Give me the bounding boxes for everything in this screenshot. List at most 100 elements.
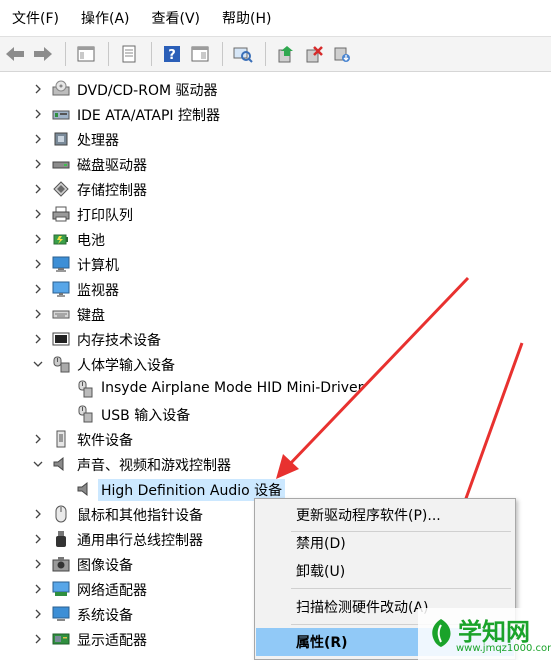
- tree-node[interactable]: 键盘: [0, 302, 551, 327]
- chevron-right-icon[interactable]: [30, 156, 46, 172]
- tree-node-label: Insyde Airplane Mode HID Mini-Driver: [101, 380, 364, 396]
- tree-node[interactable]: DVD/CD-ROM 驱动器: [0, 77, 551, 102]
- chevron-right-icon[interactable]: [30, 631, 46, 647]
- tree-node[interactable]: 计算机: [0, 252, 551, 277]
- chevron-right-icon[interactable]: [30, 281, 46, 297]
- tree-node-label: DVD/CD-ROM 驱动器: [77, 83, 218, 99]
- ctx-disable[interactable]: 禁用(D): [256, 529, 514, 557]
- tree-node[interactable]: 处理器: [0, 127, 551, 152]
- toolbar-separator: [151, 42, 152, 66]
- chevron-right-icon[interactable]: [30, 581, 46, 597]
- chevron-right-icon[interactable]: [30, 556, 46, 572]
- tree-node-label: 系统设备: [77, 608, 133, 624]
- ctx-separator: [291, 588, 511, 589]
- chevron-right-icon[interactable]: [30, 506, 46, 522]
- tree-node-label: 处理器: [77, 133, 119, 149]
- chevron-right-icon[interactable]: [30, 306, 46, 322]
- printer-icon: [52, 205, 70, 223]
- update-driver-icon[interactable]: [273, 41, 299, 67]
- uninstall-icon[interactable]: [301, 41, 327, 67]
- chevron-right-icon[interactable]: [30, 106, 46, 122]
- storage-controller-icon: [52, 180, 70, 198]
- tree-node[interactable]: 内存技术设备: [0, 327, 551, 352]
- tree-node-label: 内存技术设备: [77, 333, 161, 349]
- toolbar-separator: [265, 42, 266, 66]
- menu-file[interactable]: 文件(F): [4, 4, 67, 32]
- ctx-label: 禁用(D): [296, 536, 346, 552]
- speaker-icon: [52, 455, 70, 473]
- chevron-right-icon[interactable]: [30, 531, 46, 547]
- chevron-down-icon[interactable]: [30, 356, 46, 372]
- watermark-url: www.jmqz1000.com: [456, 643, 551, 654]
- chevron-right-icon[interactable]: [30, 181, 46, 197]
- chevron-right-icon[interactable]: [30, 206, 46, 222]
- hid-device-icon: [76, 405, 94, 423]
- tree-node-label: 计算机: [77, 258, 119, 274]
- tree-node-label: IDE ATA/ATAPI 控制器: [77, 108, 221, 124]
- menu-view[interactable]: 查看(V): [144, 4, 209, 32]
- battery-icon: [52, 230, 70, 248]
- tree-node[interactable]: Insyde Airplane Mode HID Mini-Driver: [0, 377, 551, 402]
- chevron-right-icon[interactable]: [30, 81, 46, 97]
- ctx-label: 更新驱动程序软件(P)...: [296, 508, 441, 524]
- menu-help[interactable]: 帮助(H): [214, 4, 279, 32]
- scan-hardware-icon[interactable]: [230, 41, 256, 67]
- view-pane-icon[interactable]: [187, 41, 213, 67]
- computer-icon: [52, 255, 70, 273]
- menu-bar: 文件(F) 操作(A) 查看(V) 帮助(H): [0, 0, 551, 36]
- tree-node[interactable]: 存储控制器: [0, 177, 551, 202]
- tree-node-label: 键盘: [77, 308, 105, 324]
- ctx-update-driver[interactable]: 更新驱动程序软件(P)...: [256, 501, 514, 529]
- optical-drive-icon: [52, 80, 70, 98]
- usb-icon: [52, 530, 70, 548]
- keyboard-icon: [52, 305, 70, 323]
- chevron-down-icon[interactable]: [30, 456, 46, 472]
- back-arrow-icon[interactable]: [2, 41, 28, 67]
- ide-controller-icon: [52, 105, 70, 123]
- chevron-right-icon[interactable]: [30, 131, 46, 147]
- help-icon[interactable]: ?: [159, 41, 185, 67]
- tree-node-label: 网络适配器: [77, 583, 147, 599]
- chevron-right-icon[interactable]: [30, 431, 46, 447]
- tree-node-label: 图像设备: [77, 558, 133, 574]
- ctx-uninstall[interactable]: 卸载(U): [256, 557, 514, 585]
- tree-node[interactable]: 监视器: [0, 277, 551, 302]
- network-adapter-icon: [52, 580, 70, 598]
- tree-node[interactable]: 人体学输入设备: [0, 352, 551, 377]
- toolbar-separator: [65, 42, 66, 66]
- tree-node[interactable]: 电池: [0, 227, 551, 252]
- tree-node-label: 声音、视频和游戏控制器: [77, 458, 231, 474]
- forward-arrow-icon[interactable]: [30, 41, 56, 67]
- tree-node-label: 监视器: [77, 283, 119, 299]
- tree-node[interactable]: 声音、视频和游戏控制器: [0, 452, 551, 477]
- mouse-icon: [52, 505, 70, 523]
- tree-node[interactable]: 打印队列: [0, 202, 551, 227]
- watermark-text: 学知网: [458, 618, 530, 646]
- chevron-right-icon[interactable]: [30, 606, 46, 622]
- toolbar: ?: [0, 36, 551, 72]
- properties-sheet-icon[interactable]: [116, 41, 142, 67]
- camera-icon: [52, 555, 70, 573]
- tree-node-label: USB 输入设备: [101, 408, 191, 424]
- display-adapter-icon: [52, 630, 70, 648]
- chevron-right-icon[interactable]: [30, 231, 46, 247]
- memory-device-icon: [52, 330, 70, 348]
- chevron-right-icon[interactable]: [30, 256, 46, 272]
- tree-node[interactable]: IDE ATA/ATAPI 控制器: [0, 102, 551, 127]
- tree-node-label: 软件设备: [77, 433, 133, 449]
- ctx-label: 属性(R): [296, 635, 348, 651]
- watermark-logo-icon: [432, 619, 451, 647]
- software-device-icon: [52, 430, 70, 448]
- tree-node-label: 人体学输入设备: [77, 358, 175, 374]
- show-hide-console-icon[interactable]: [73, 41, 99, 67]
- tree-node[interactable]: USB 输入设备: [0, 402, 551, 427]
- svg-text:?: ?: [168, 48, 176, 63]
- tree-node-label: 鼠标和其他指针设备: [77, 508, 203, 524]
- menu-action[interactable]: 操作(A): [73, 4, 138, 32]
- tree-node[interactable]: 磁盘驱动器: [0, 152, 551, 177]
- enable-device-icon[interactable]: [329, 41, 355, 67]
- disk-drive-icon: [52, 155, 70, 173]
- chevron-right-icon[interactable]: [30, 331, 46, 347]
- hid-device-icon: [76, 380, 94, 398]
- tree-node[interactable]: 软件设备: [0, 427, 551, 452]
